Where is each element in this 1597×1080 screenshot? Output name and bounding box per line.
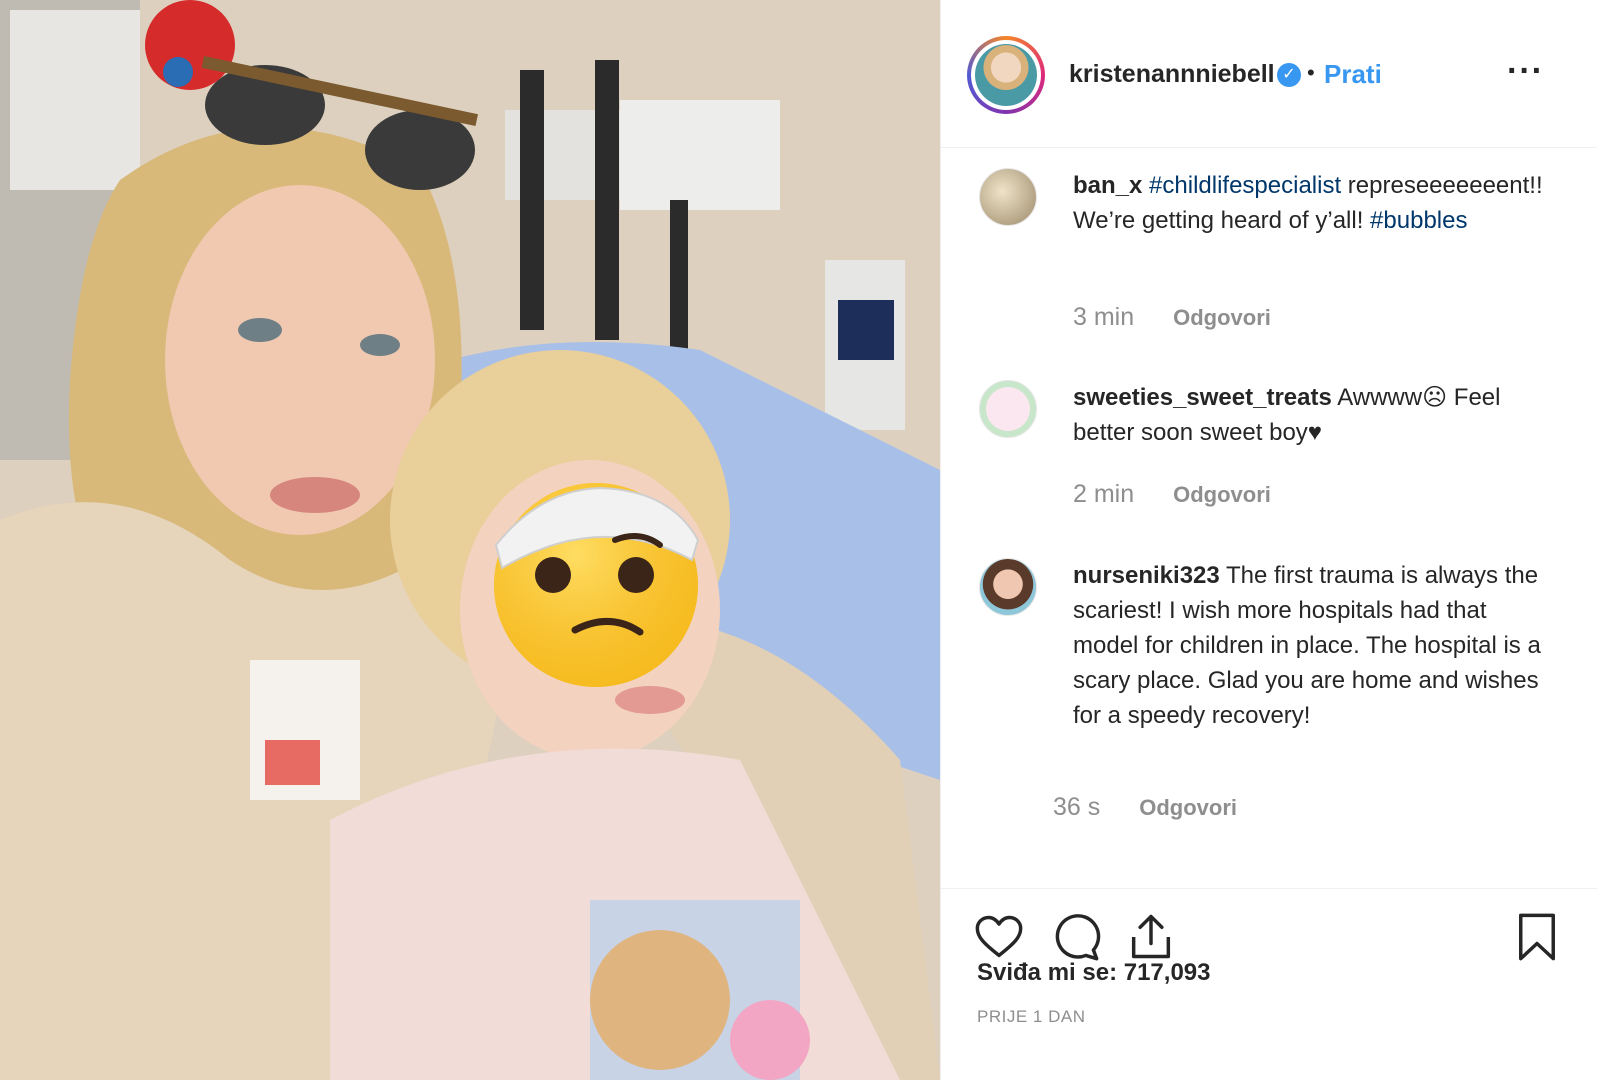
heart-icon[interactable]	[973, 911, 1025, 963]
likes-count[interactable]: Sviđa mi se: 717,093	[977, 959, 1210, 987]
commenter-username[interactable]: nurseniki323	[1073, 562, 1220, 589]
post-side-panel: kristenannniebell ✓ • Prati ··· ban_x #c…	[940, 0, 1597, 1080]
comment-time: 3 min	[1073, 303, 1135, 331]
comment-bubble-icon[interactable]	[1049, 911, 1101, 963]
commenter-username[interactable]: ban_x	[1073, 172, 1142, 199]
post-header: kristenannniebell ✓ • Prati ···	[941, 0, 1597, 148]
comment-meta: 3 min Odgovori	[1073, 303, 1271, 332]
bandage-emoji-overlay	[494, 483, 700, 687]
hashtag-link[interactable]: #bubbles	[1370, 207, 1467, 234]
commenter-avatar[interactable]	[979, 168, 1037, 226]
share-icon[interactable]	[1125, 911, 1177, 963]
commenter-avatar[interactable]	[979, 380, 1037, 438]
comment-text: ban_x #childlifespecialist represeeeeeee…	[1073, 168, 1543, 238]
post-timestamp: PRIJE 1 DAN	[977, 1007, 1086, 1026]
comments-list: ban_x #childlifespecialist represeeeeeee…	[941, 148, 1597, 888]
commenter-avatar[interactable]	[979, 558, 1037, 616]
comment-text: nurseniki323 The first trauma is always …	[1073, 558, 1543, 733]
bookmark-icon[interactable]	[1511, 911, 1563, 963]
more-options-icon[interactable]: ···	[1507, 52, 1544, 91]
reply-button[interactable]: Odgovori	[1139, 795, 1237, 820]
follow-button[interactable]: Prati	[1324, 59, 1382, 90]
comment-meta: 36 s Odgovori	[1053, 793, 1237, 822]
post-photo[interactable]	[0, 0, 940, 1080]
comment-meta: 2 min Odgovori	[1073, 480, 1271, 509]
verified-badge-icon: ✓	[1277, 63, 1301, 87]
hospital-selfie-image	[0, 0, 940, 1080]
reply-button[interactable]: Odgovori	[1173, 482, 1271, 507]
author-username[interactable]: kristenannniebell	[1069, 60, 1275, 89]
comment-time: 36 s	[1053, 793, 1101, 821]
separator-dot: •	[1307, 60, 1315, 85]
comment-time: 2 min	[1073, 480, 1135, 508]
author-avatar[interactable]	[967, 36, 1045, 114]
hashtag-link[interactable]: #childlifespecialist	[1149, 172, 1341, 199]
comment-text: sweeties_sweet_treats Awwww☹ Feel better…	[1073, 380, 1543, 450]
commenter-username[interactable]: sweeties_sweet_treats	[1073, 384, 1332, 411]
reply-button[interactable]: Odgovori	[1173, 305, 1271, 330]
post-actions-bar: Sviđa mi se: 717,093 PRIJE 1 DAN	[941, 888, 1597, 1080]
